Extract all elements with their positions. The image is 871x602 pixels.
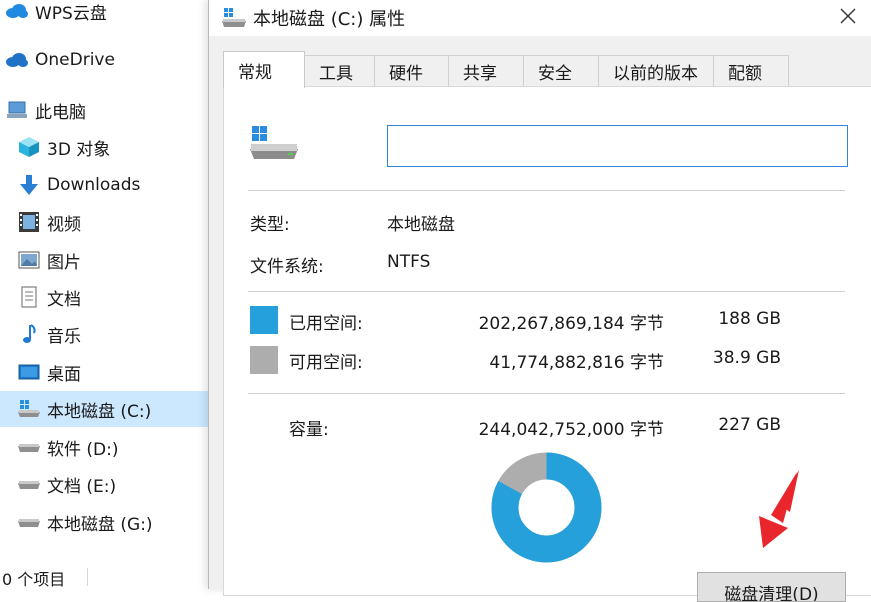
disk-cleanup-button[interactable]: 磁盘清理(D) [697, 572, 846, 602]
download-arrow-icon [16, 174, 42, 196]
type-label: 类型: [250, 215, 290, 235]
annotation-arrow-icon [759, 470, 799, 548]
this-pc-icon [4, 99, 30, 121]
music-note-icon [16, 323, 42, 345]
navigation-pane: WPS云盘 OneDrive 此电脑 3D 对象 Downloads 视频 图片… [0, 0, 208, 589]
free-space-label: 可用空间: [289, 353, 363, 373]
tab-sharing[interactable]: 共享 [448, 55, 524, 86]
tab-general[interactable]: 常规 [223, 51, 305, 88]
status-bar-item-count: 0 个项目 [2, 570, 66, 589]
drive-windows-icon [16, 398, 42, 420]
nav-item-downloads[interactable]: Downloads [0, 167, 208, 203]
nav-item-drive-g[interactable]: 本地磁盘 (G:) [0, 504, 208, 540]
volume-name-input[interactable] [387, 125, 848, 167]
nav-item-label: OneDrive [35, 50, 115, 70]
nav-item-label: 音乐 [47, 326, 81, 347]
nav-item-label: 3D 对象 [47, 139, 111, 160]
nav-item-label: 文档 [47, 289, 81, 310]
nav-item-label: 本地磁盘 (C:) [47, 401, 152, 422]
type-value: 本地磁盘 [387, 215, 455, 235]
drive-icon [16, 473, 42, 495]
tab-previous-versions[interactable]: 以前的版本 [598, 55, 714, 86]
used-space-size: 188 GB [718, 309, 781, 329]
close-icon [840, 8, 856, 24]
drive-windows-icon [221, 7, 247, 33]
nav-item-label: Downloads [47, 175, 141, 195]
dialog-titlebar[interactable]: 本地磁盘 (C:) 属性 [209, 0, 871, 36]
nav-item-drive-d[interactable]: 软件 (D:) [0, 429, 208, 465]
used-space-swatch [250, 306, 278, 334]
desktop-icon [16, 361, 42, 383]
nav-item-drive-e[interactable]: 文档 (E:) [0, 466, 208, 502]
3d-objects-icon [16, 136, 42, 158]
capacity-size: 227 GB [718, 415, 781, 435]
disk-usage-donut [491, 452, 602, 563]
nav-item-music[interactable]: 音乐 [0, 316, 208, 352]
nav-item-pictures[interactable]: 图片 [0, 242, 208, 278]
free-space-size: 38.9 GB [712, 348, 781, 368]
nav-item-label: 软件 (D:) [47, 439, 119, 460]
drive-icon [16, 436, 42, 458]
divider [248, 393, 845, 394]
document-icon [16, 286, 42, 308]
drive-icon [16, 511, 42, 533]
drive-windows-icon [250, 125, 300, 167]
nav-item-onedrive[interactable]: OneDrive [0, 42, 208, 78]
nav-item-label: 视频 [47, 214, 81, 235]
filesystem-value: NTFS [387, 252, 431, 272]
nav-item-desktop[interactable]: 桌面 [0, 354, 208, 390]
capacity-bytes: 244,042,752,000 字节 [478, 420, 664, 440]
free-space-swatch [250, 346, 278, 374]
tab-security[interactable]: 安全 [523, 55, 599, 86]
video-icon [16, 211, 42, 233]
nav-item-drive-c[interactable]: 本地磁盘 (C:) [0, 391, 208, 427]
cloud-icon [4, 49, 30, 71]
nav-item-videos[interactable]: 视频 [0, 204, 208, 240]
nav-item-label: 此电脑 [35, 102, 86, 123]
dialog-title: 本地磁盘 (C:) 属性 [253, 9, 406, 30]
status-bar-separator [87, 568, 88, 586]
pictures-icon [16, 249, 42, 271]
tab-quota[interactable]: 配额 [713, 55, 789, 86]
nav-item-label: 文档 (E:) [47, 476, 117, 497]
capacity-label: 容量: [289, 420, 329, 440]
nav-item-label: 桌面 [47, 364, 81, 385]
nav-item-3d-objects[interactable]: 3D 对象 [0, 129, 208, 165]
nav-item-label: WPS云盘 [35, 3, 107, 24]
nav-item-documents[interactable]: 文档 [0, 279, 208, 315]
nav-item-label: 图片 [47, 252, 81, 273]
nav-item-wps-cloud[interactable]: WPS云盘 [0, 0, 208, 29]
divider [248, 291, 845, 292]
tab-hardware[interactable]: 硬件 [374, 55, 450, 86]
free-space-bytes: 41,774,882,816 字节 [489, 353, 664, 373]
used-space-label: 已用空间: [289, 314, 363, 334]
nav-item-this-pc[interactable]: 此电脑 [0, 92, 208, 128]
divider [248, 190, 845, 191]
filesystem-label: 文件系统: [250, 257, 324, 277]
used-space-bytes: 202,267,869,184 字节 [478, 314, 664, 334]
nav-item-label: 本地磁盘 (G:) [47, 514, 153, 535]
close-button[interactable] [825, 0, 871, 32]
tab-tools[interactable]: 工具 [304, 55, 380, 86]
cloud-icon [4, 0, 30, 22]
